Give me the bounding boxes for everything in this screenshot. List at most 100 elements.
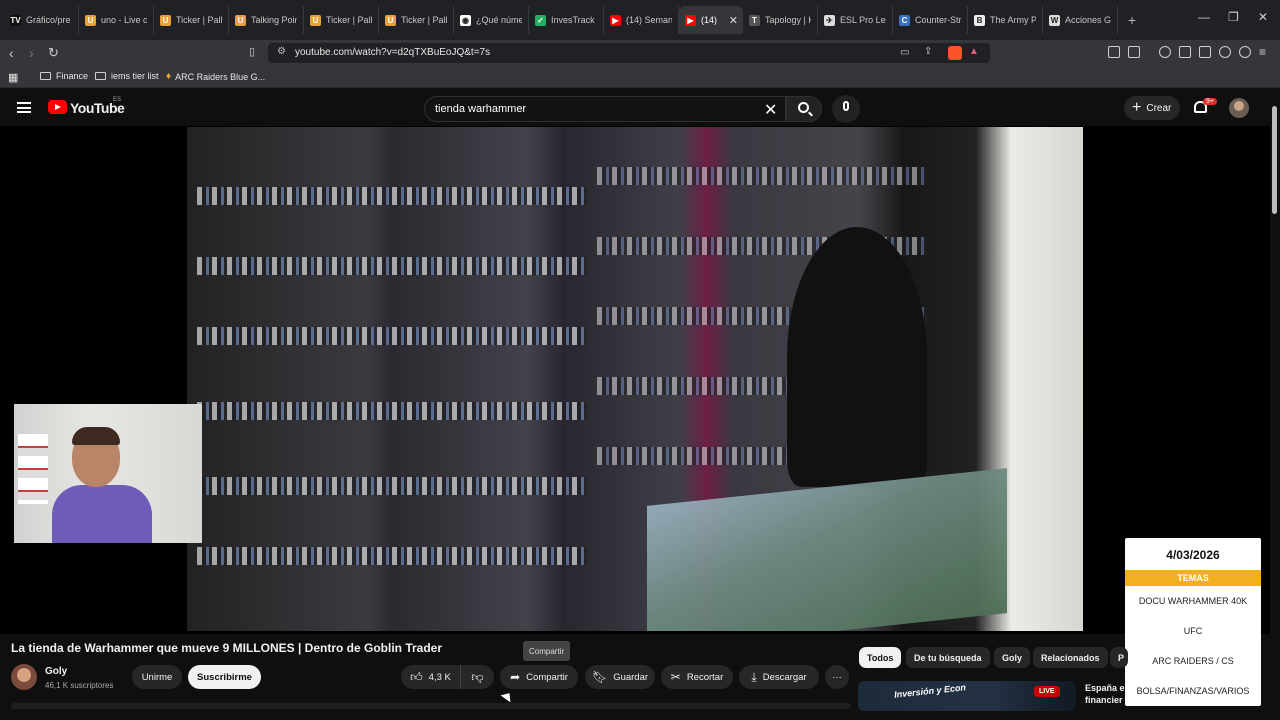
search-input[interactable]: tienda warhammer ✕ <box>424 96 786 122</box>
bookmark-finance[interactable]: Finance <box>40 71 88 81</box>
chip-more[interactable]: P <box>1110 647 1128 668</box>
description-box-edge <box>11 703 851 709</box>
wallet-icon[interactable] <box>1128 46 1140 58</box>
scissors-icon: ✂ <box>670 670 681 684</box>
chip-from-search[interactable]: De tu búsqueda <box>906 647 990 668</box>
tab-label: Ticker | Palla <box>326 15 372 25</box>
share-arrow-icon: ➦ <box>510 670 521 684</box>
search-button[interactable] <box>786 96 822 122</box>
stream-topics-panel: 4/03/2026 TEMAS DOCU WARHAMMER 40K UFC A… <box>1125 538 1261 706</box>
tab-favicon-icon: W <box>1049 14 1060 26</box>
url-field[interactable]: ⚙ youtube.com/watch?v=d2qTXBuEoJQ&t=7s ▭… <box>268 43 990 63</box>
share-label: Compartir <box>526 671 568 683</box>
topic-item: DOCU WARHAMMER 40K <box>1138 596 1248 606</box>
wallet2-icon[interactable] <box>1199 46 1211 58</box>
webcam-background-shelf <box>18 434 48 504</box>
webcam-person-hair <box>72 427 120 445</box>
extensions-icon[interactable] <box>1108 46 1120 58</box>
tab-favicon-icon: U <box>85 14 96 26</box>
site-info-icon[interactable]: ⚙ <box>277 46 286 57</box>
video-player[interactable] <box>0 126 1270 634</box>
youtube-logo-icon[interactable] <box>48 100 67 114</box>
webcam-person-body <box>52 485 152 543</box>
browser-tab[interactable]: U Ticker | Palla <box>154 6 229 34</box>
dislike-button[interactable]: 👎︎ <box>460 665 494 689</box>
share-button[interactable]: ➦ Compartir <box>500 665 578 689</box>
subscribe-button[interactable]: Suscribirme <box>188 665 261 689</box>
maximize-icon[interactable]: ❐ <box>1228 10 1239 24</box>
live-badge: LIVE <box>1034 686 1060 697</box>
bookmark-arc-raiders[interactable]: ♦ ARC Raiders Blue G... <box>166 71 265 82</box>
minimize-icon[interactable]: — <box>1198 10 1210 24</box>
browser-tab[interactable]: C Counter-Strik <box>893 6 968 34</box>
channel-avatar[interactable] <box>11 664 37 690</box>
share-page-icon[interactable]: ⇪ <box>924 46 932 57</box>
browser-tab[interactable]: ◉ ¿Qué núme <box>454 6 529 34</box>
close-tab-icon[interactable]: ✕ <box>729 14 738 27</box>
related-video-title[interactable]: España e financier <box>1085 682 1125 706</box>
browser-tab[interactable]: ✈ ESL Pro Leag <box>818 6 893 34</box>
tab-label: The Army P <box>990 15 1036 25</box>
browser-tab[interactable]: B The Army P <box>968 6 1043 34</box>
topic-item: UFC <box>1183 626 1203 636</box>
create-button[interactable]: + Crear <box>1124 96 1180 120</box>
shelf-paint-row <box>197 187 587 205</box>
menu-icon[interactable]: ≡ <box>1259 45 1266 59</box>
tab-label: Talking Point <box>251 15 297 25</box>
bookmark-label: ARC Raiders Blue G... <box>175 71 266 82</box>
back-icon[interactable]: ‹ <box>9 45 14 61</box>
clip-button[interactable]: ✂ Recortar <box>661 665 733 689</box>
media-icon[interactable] <box>1159 46 1171 58</box>
stream-date: 4/03/2026 <box>1166 548 1220 562</box>
sidebar-icon[interactable] <box>1179 46 1191 58</box>
search-query: tienda warhammer <box>435 103 527 115</box>
clear-search-icon[interactable]: ✕ <box>764 100 777 120</box>
tab-label: (14) <box>701 15 718 25</box>
leo-ai-icon[interactable] <box>1219 46 1231 58</box>
browser-tab[interactable]: ▶ (14) ✕ <box>679 6 743 34</box>
browser-tab[interactable]: TV Gráfico/pre <box>4 6 79 34</box>
tab-label: Ticker | Palla <box>176 15 222 25</box>
brave-shields-icon[interactable] <box>948 46 962 60</box>
join-button[interactable]: Unirme <box>132 665 182 689</box>
browser-tab-strip: TVGráfico/preUuno - Live cUTicker | Pall… <box>0 0 1280 40</box>
browser-tab[interactable]: U Ticker | Palla <box>379 6 454 34</box>
hamburger-menu-icon[interactable] <box>17 102 31 113</box>
more-dots-icon: ··· <box>832 671 842 683</box>
browser-tab[interactable]: U Talking Point <box>229 6 304 34</box>
tab-label: ESL Pro Leag <box>840 15 886 25</box>
bookmark-iems-tier-list[interactable]: iems tier list <box>95 71 159 81</box>
new-tab-button[interactable]: + <box>1122 12 1142 28</box>
account-avatar[interactable] <box>1229 98 1249 118</box>
browser-tab[interactable]: ✓ InvesTrack - <box>529 6 604 34</box>
tab-label: Tapology | K <box>765 15 811 25</box>
chip-all[interactable]: Todos <box>859 647 902 668</box>
brave-rewards-icon[interactable]: ▲ <box>969 46 979 57</box>
forward-icon[interactable]: › <box>29 45 34 61</box>
browser-tab[interactable]: T Tapology | K <box>743 6 818 34</box>
download-button[interactable]: ⤓ Descargar <box>739 665 819 689</box>
tab-favicon-icon: ✈ <box>824 14 835 26</box>
like-button[interactable]: 👍︎ 4,3 K <box>401 665 460 689</box>
scrollbar-thumb[interactable] <box>1272 106 1277 214</box>
apps-grid-icon[interactable]: ▦ <box>8 71 18 84</box>
voice-search-button[interactable] <box>832 95 860 123</box>
browser-tab[interactable]: U Ticker | Palla <box>304 6 379 34</box>
browser-tab[interactable]: ▶ (14) Semana <box>604 6 679 34</box>
topics-header: TEMAS <box>1125 570 1261 586</box>
more-actions-button[interactable]: ··· <box>825 665 849 689</box>
video-frame[interactable] <box>187 127 1083 631</box>
cast-icon[interactable]: ▭ <box>900 47 909 58</box>
browser-tab[interactable]: Uuno - Live c <box>79 6 154 34</box>
vpn-icon[interactable] <box>1239 46 1251 58</box>
chip-channel[interactable]: Goly <box>994 647 1031 668</box>
channel-name[interactable]: Goly <box>45 666 67 677</box>
tab-favicon-icon: U <box>235 14 246 26</box>
save-button[interactable]: 🔖︎ Guardar <box>585 665 655 689</box>
reload-icon[interactable]: ↻ <box>48 45 59 61</box>
browser-tab[interactable]: W Acciones Go <box>1043 6 1118 34</box>
chip-related[interactable]: Relacionados <box>1033 647 1108 668</box>
topic-item: BOLSA/FINANZAS/VARIOS <box>1136 686 1250 696</box>
close-window-icon[interactable]: ✕ <box>1258 10 1268 24</box>
bookmark-page-icon[interactable]: ▯ <box>249 45 255 58</box>
